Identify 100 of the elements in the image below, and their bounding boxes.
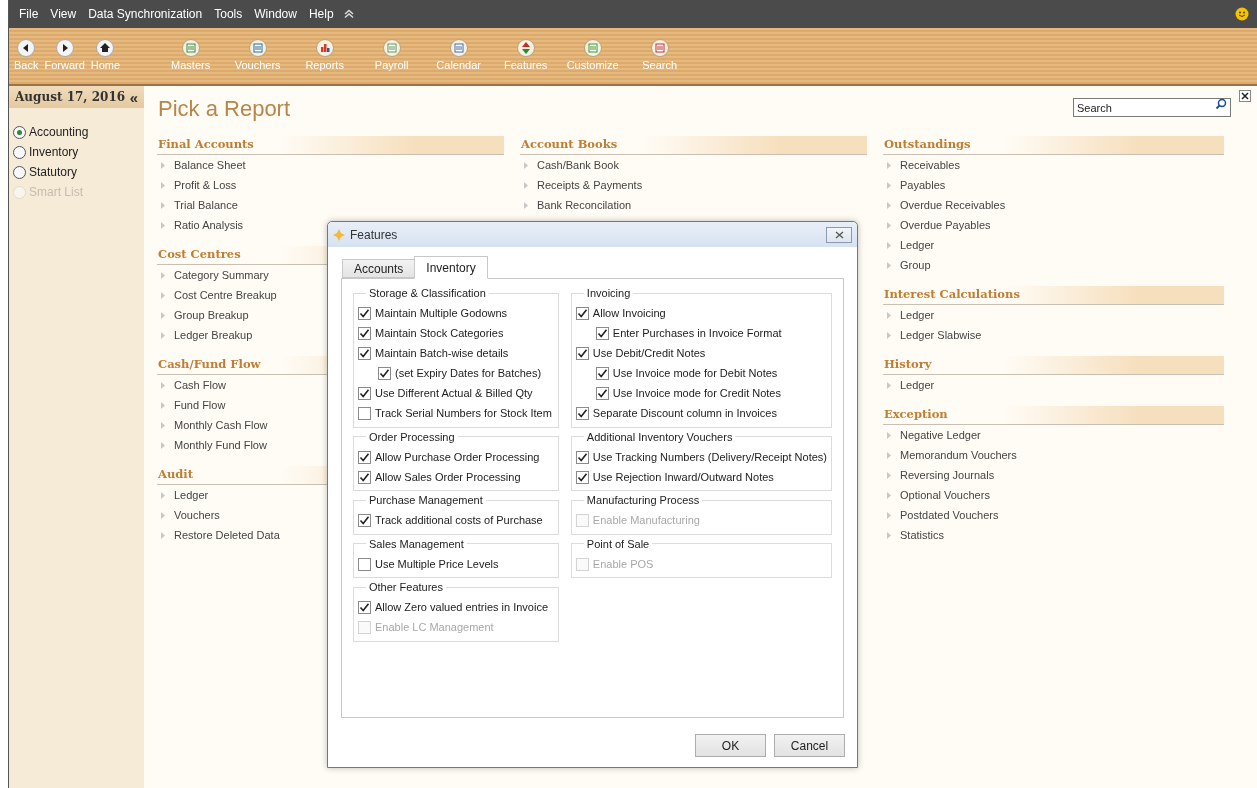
- checkbox[interactable]: [358, 450, 371, 464]
- checkbox[interactable]: [575, 450, 589, 464]
- checkbox[interactable]: [575, 307, 589, 320]
- option-label: Allow Zero valued entries in Invoice: [375, 600, 549, 616]
- checkbox[interactable]: [358, 307, 371, 320]
- radio-label: Statutory: [29, 164, 78, 181]
- bullet-icon: [161, 271, 165, 279]
- report-link[interactable]: Cash Flow: [174, 376, 226, 394]
- checkbox[interactable]: [595, 387, 609, 400]
- checkbox[interactable]: [358, 407, 371, 420]
- radio-button[interactable]: [13, 165, 26, 179]
- bullet-icon: [524, 161, 528, 169]
- report-link[interactable]: Vouchers: [174, 506, 220, 524]
- checkbox[interactable]: [358, 514, 371, 527]
- report-link[interactable]: Balance Sheet: [174, 156, 246, 174]
- bullet-icon: [161, 161, 165, 169]
- bar-chart-icon: [315, 38, 334, 57]
- report-link[interactable]: Restore Deleted Data: [174, 526, 280, 544]
- report-link[interactable]: Receivables: [900, 156, 960, 174]
- section-heading: Outstandings: [883, 136, 1224, 155]
- report-link[interactable]: Bank Reconcilation: [537, 196, 632, 214]
- close-icon: [834, 230, 844, 239]
- group-title: Other Features: [368, 580, 444, 595]
- checkbox[interactable]: [595, 327, 609, 340]
- bullet-icon: [161, 331, 165, 339]
- report-link[interactable]: Receipts & Payments: [537, 176, 643, 194]
- checkbox[interactable]: [358, 387, 371, 400]
- menu-item[interactable]: Data Synchronization: [82, 5, 209, 23]
- option-label: Maintain Multiple Godowns: [375, 306, 508, 322]
- checkbox[interactable]: [575, 347, 589, 360]
- menu-item[interactable]: View: [44, 5, 83, 23]
- collapse-button[interactable]: «: [129, 89, 138, 105]
- radio-button[interactable]: [13, 145, 26, 159]
- bullet-icon: [887, 491, 891, 499]
- report-link[interactable]: Overdue Receivables: [900, 196, 1006, 214]
- checkbox[interactable]: [358, 557, 371, 571]
- tab[interactable]: Accounts: [342, 259, 415, 278]
- checkbox[interactable]: [358, 470, 371, 484]
- report-link[interactable]: Cash/Bank Book: [537, 156, 619, 174]
- report-link[interactable]: Ledger: [900, 376, 935, 394]
- report-link[interactable]: Ledger: [174, 486, 209, 504]
- bullet-icon: [887, 311, 891, 319]
- report-link[interactable]: Optional Vouchers: [900, 486, 990, 504]
- dialog-button[interactable]: Cancel: [774, 734, 845, 757]
- option-label: Enable Manufacturing: [592, 513, 700, 529]
- report-link[interactable]: Memorandum Vouchers: [900, 446, 1017, 464]
- report-link[interactable]: Fund Flow: [174, 396, 226, 414]
- report-link[interactable]: Ledger Breakup: [174, 326, 253, 344]
- bullet-icon: [887, 241, 891, 249]
- report-link[interactable]: Ratio Analysis: [174, 216, 244, 234]
- checkbox[interactable]: [378, 367, 391, 380]
- dialog-title: Features: [350, 226, 398, 244]
- option-label: Track Serial Numbers for Stock Item: [375, 406, 552, 422]
- report-link[interactable]: Category Summary: [174, 266, 269, 284]
- checkbox[interactable]: [358, 347, 371, 360]
- section-heading: Account Books: [520, 136, 867, 155]
- report-link[interactable]: Cost Centre Breakup: [174, 286, 277, 304]
- report-link[interactable]: Overdue Payables: [900, 216, 991, 234]
- report-link[interactable]: Reversing Journals: [900, 466, 995, 484]
- report-link[interactable]: Ledger Slabwise: [900, 326, 982, 344]
- radio-button[interactable]: [13, 125, 26, 139]
- option-label: Enter Purchases in Invoice Format: [612, 326, 782, 342]
- collapse-icon[interactable]: [343, 9, 354, 19]
- close-button[interactable]: [826, 226, 852, 243]
- menu-item[interactable]: Tools: [208, 5, 249, 23]
- smiley-icon[interactable]: [1235, 7, 1249, 21]
- checkbox[interactable]: [595, 367, 609, 380]
- bullet-icon: [524, 181, 528, 189]
- bullet-icon: [887, 431, 891, 439]
- tab[interactable]: Inventory: [414, 256, 488, 279]
- menu-item[interactable]: Help: [302, 5, 340, 23]
- arrows-icon: [516, 38, 535, 57]
- report-link[interactable]: Monthly Cash Flow: [174, 416, 268, 434]
- checkbox[interactable]: [358, 327, 371, 340]
- dialog-button[interactable]: OK: [695, 734, 766, 757]
- bullet-icon: [161, 221, 165, 229]
- close-icon[interactable]: [1239, 90, 1251, 102]
- report-link[interactable]: Profit & Loss: [174, 176, 237, 194]
- report-link[interactable]: Postdated Vouchers: [900, 506, 999, 524]
- checkbox[interactable]: [358, 601, 371, 614]
- bullet-icon: [887, 181, 891, 189]
- checkbox[interactable]: [575, 470, 589, 484]
- menu-item[interactable]: Window: [248, 5, 303, 23]
- report-link[interactable]: Monthly Fund Flow: [174, 436, 267, 454]
- search-field[interactable]: Search: [1073, 98, 1231, 117]
- report-link[interactable]: Payables: [900, 176, 946, 194]
- section-heading: Final Accounts: [157, 136, 504, 155]
- report-link[interactable]: Negative Ledger: [900, 426, 981, 444]
- report-link[interactable]: Ledger: [900, 306, 935, 324]
- report-link[interactable]: Ledger: [900, 236, 935, 254]
- report-link[interactable]: Statistics: [900, 526, 944, 544]
- option-label: Use Rejection Inward/Outward Notes: [592, 469, 774, 485]
- search-icon[interactable]: [1215, 97, 1227, 110]
- checkbox[interactable]: [575, 407, 589, 420]
- bullet-icon: [887, 511, 891, 519]
- report-link[interactable]: Trial Balance: [174, 196, 238, 214]
- report-link[interactable]: Group: [900, 256, 931, 274]
- menu-item[interactable]: File: [13, 5, 45, 23]
- bullet-icon: [161, 531, 165, 539]
- report-link[interactable]: Group Breakup: [174, 306, 249, 324]
